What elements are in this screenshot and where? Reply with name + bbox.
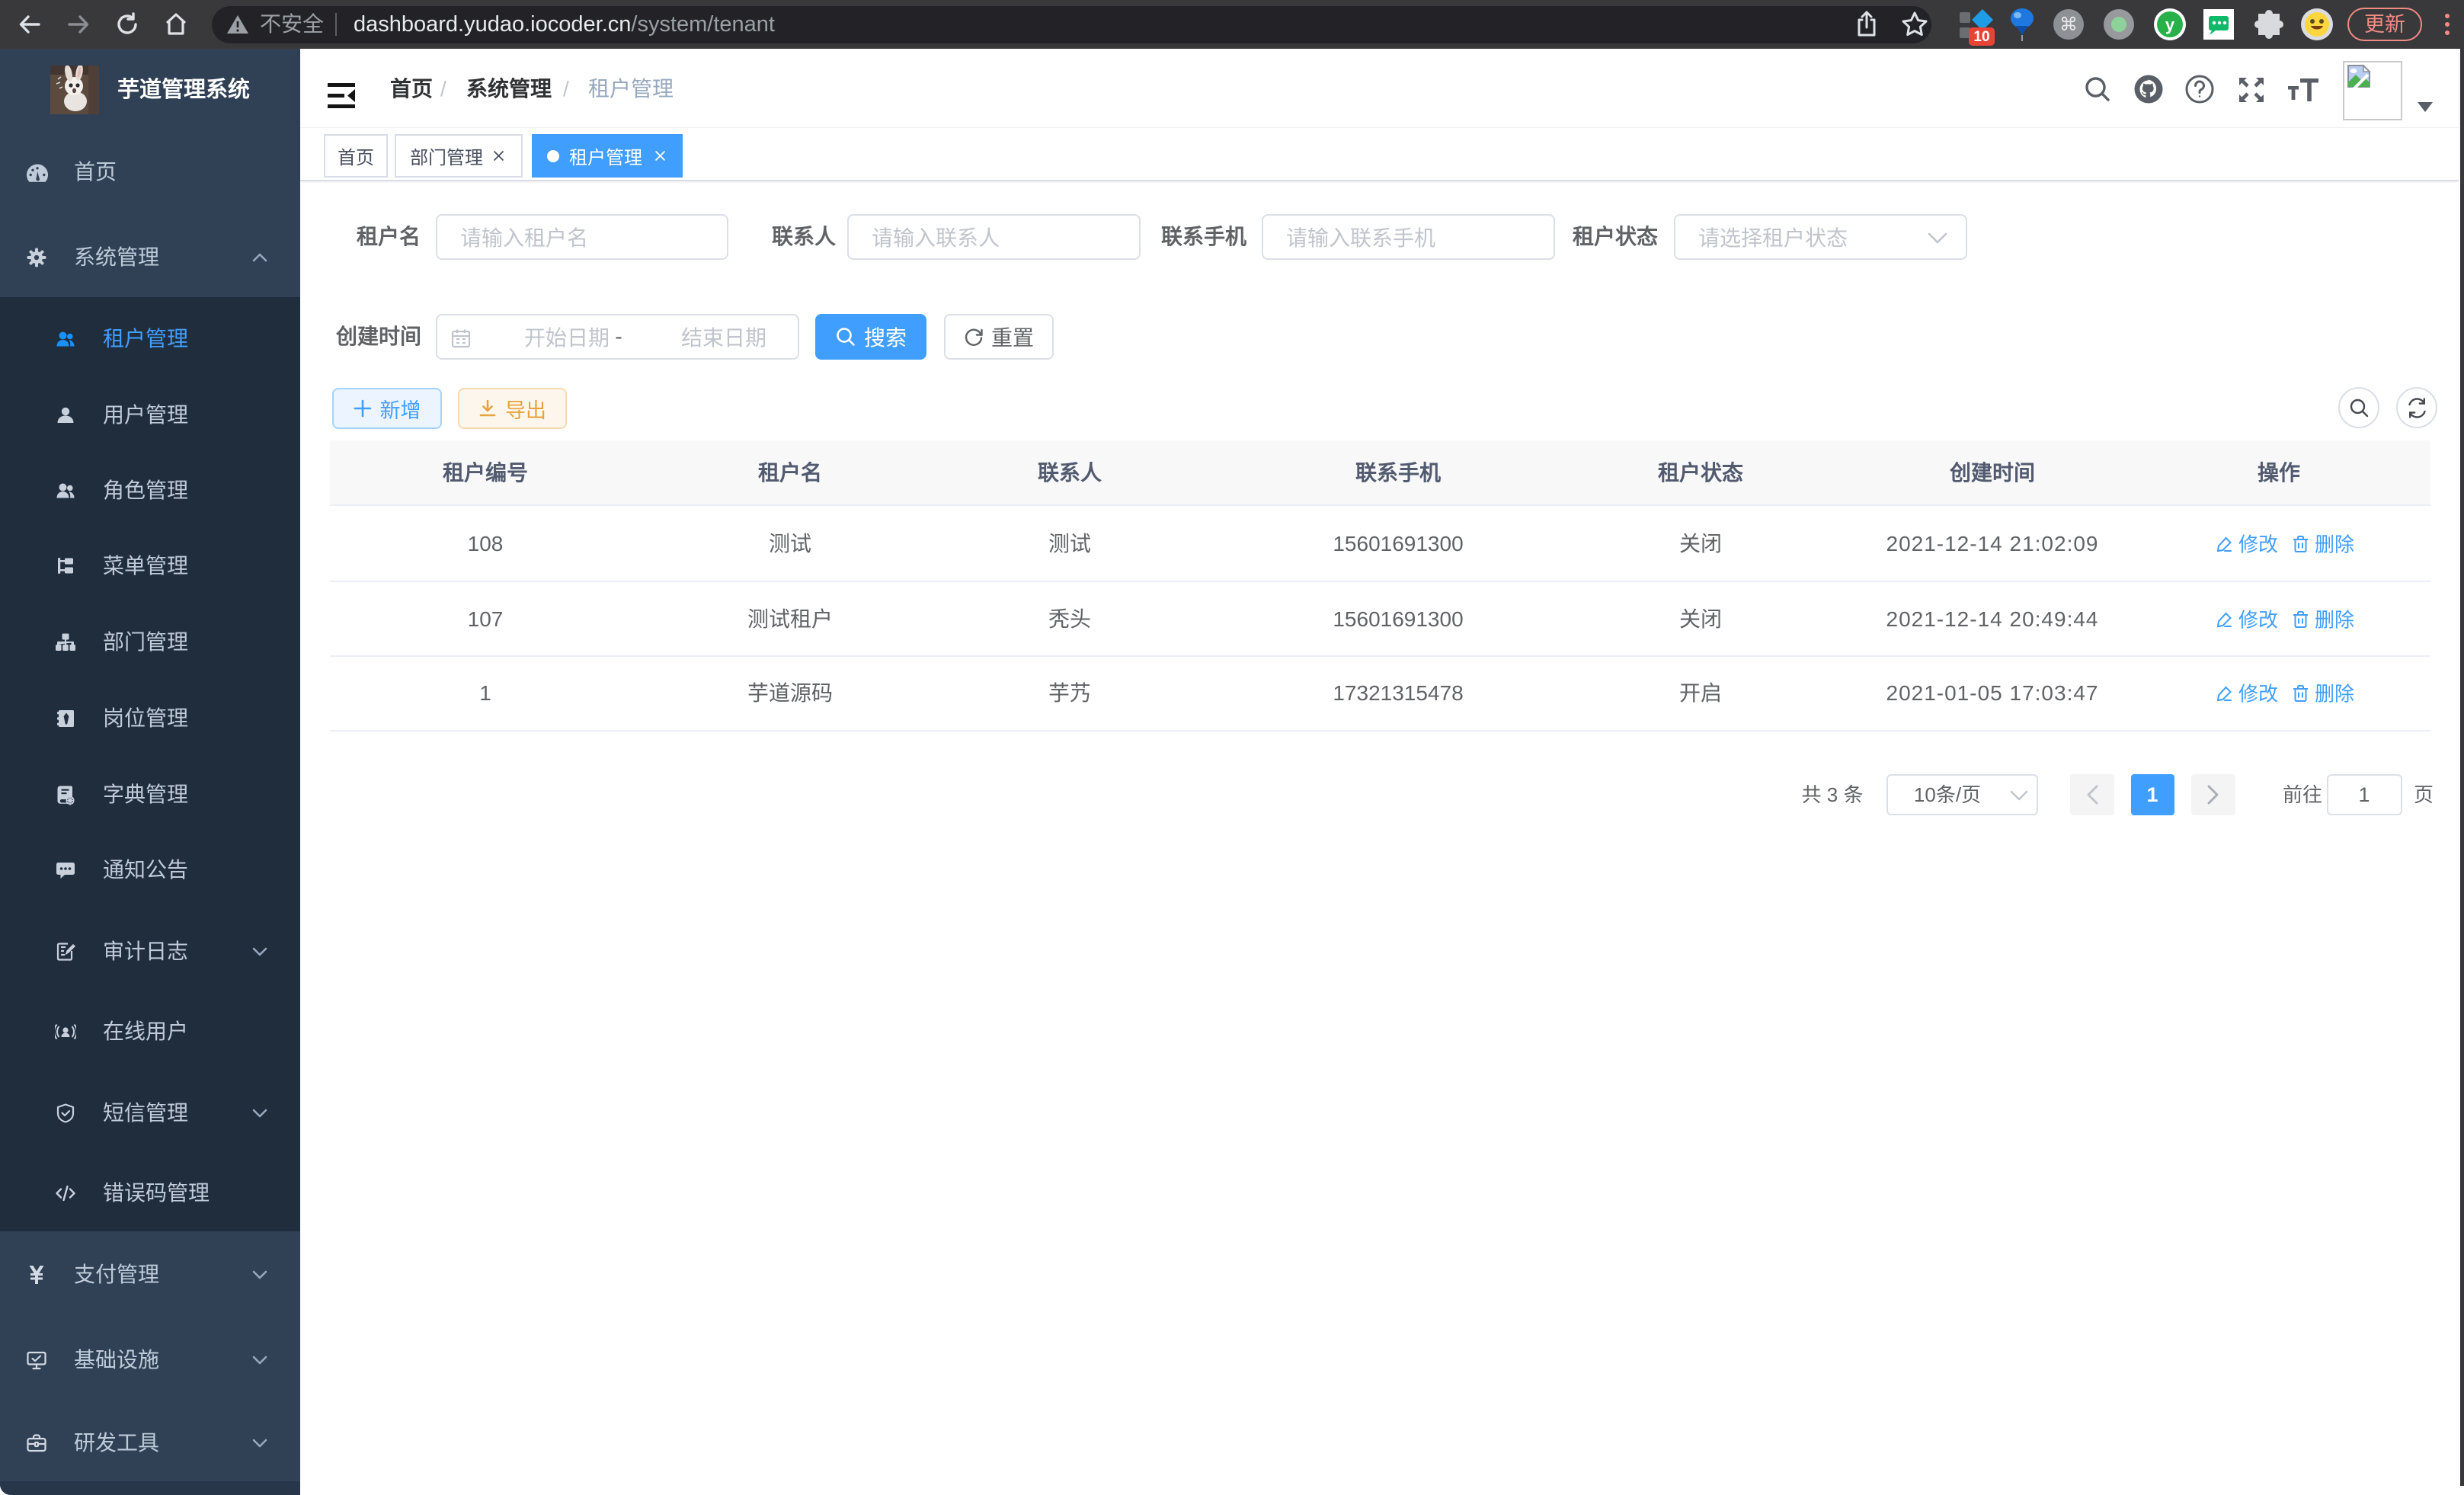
- svg-text:10: 10: [1973, 29, 1989, 45]
- svg-text:y: y: [2165, 15, 2175, 34]
- svg-text:⌘: ⌘: [2059, 14, 2078, 35]
